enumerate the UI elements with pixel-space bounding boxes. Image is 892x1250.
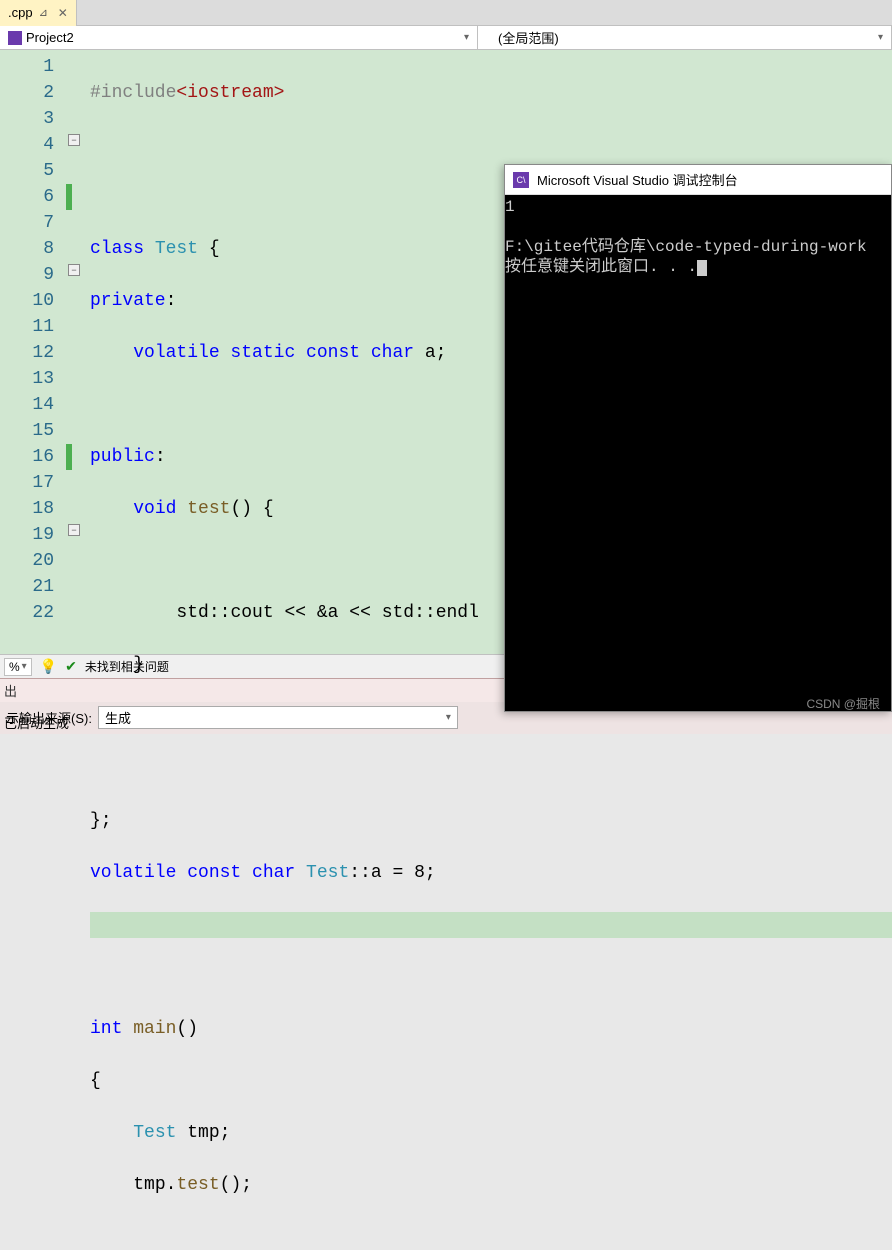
scope-label: (全局范围)	[498, 28, 559, 47]
cursor	[697, 260, 707, 276]
fold-toggle[interactable]: −	[68, 264, 80, 276]
file-tab-label: .cpp	[8, 5, 33, 20]
watermark: CSDN @掘根	[806, 695, 880, 712]
console-output: 1 F:\gitee代码仓库\code-typed-during-work 按任…	[505, 195, 891, 277]
pin-icon[interactable]: ⊿	[39, 6, 48, 19]
project-icon	[8, 31, 22, 45]
close-tab-icon[interactable]: ✕	[54, 6, 72, 20]
output-status: 已启动生成	[0, 711, 73, 734]
chevron-down-icon: ▾	[464, 32, 469, 43]
fold-toggle[interactable]: −	[68, 524, 80, 536]
code-margin: − − −	[66, 50, 90, 654]
chevron-down-icon: ▾	[878, 32, 883, 43]
file-tab[interactable]: .cpp ⊿ ✕	[0, 0, 77, 26]
zoom-level[interactable]: % ▾	[4, 658, 32, 676]
debug-console-window[interactable]: C\ Microsoft Visual Studio 调试控制台 1 F:\gi…	[504, 164, 892, 712]
change-marker	[66, 444, 72, 470]
vs-icon: C\	[513, 172, 529, 188]
line-number-gutter: 123 456 789 101112 131415 161718 192021 …	[0, 50, 66, 654]
tab-bar: .cpp ⊿ ✕	[0, 0, 892, 26]
console-titlebar[interactable]: C\ Microsoft Visual Studio 调试控制台	[505, 165, 891, 195]
project-name: Project2	[26, 30, 74, 45]
ok-icon: ✔	[65, 658, 77, 675]
fold-toggle[interactable]: −	[68, 134, 80, 146]
lightbulb-icon[interactable]: 💡	[40, 658, 57, 675]
console-title: Microsoft Visual Studio 调试控制台	[537, 170, 738, 189]
project-dropdown[interactable]: Project2 ▾	[0, 26, 478, 49]
scope-dropdown[interactable]: (全局范围) ▾	[478, 26, 892, 49]
change-marker	[66, 184, 72, 210]
navigation-dropdowns: Project2 ▾ (全局范围) ▾	[0, 26, 892, 50]
